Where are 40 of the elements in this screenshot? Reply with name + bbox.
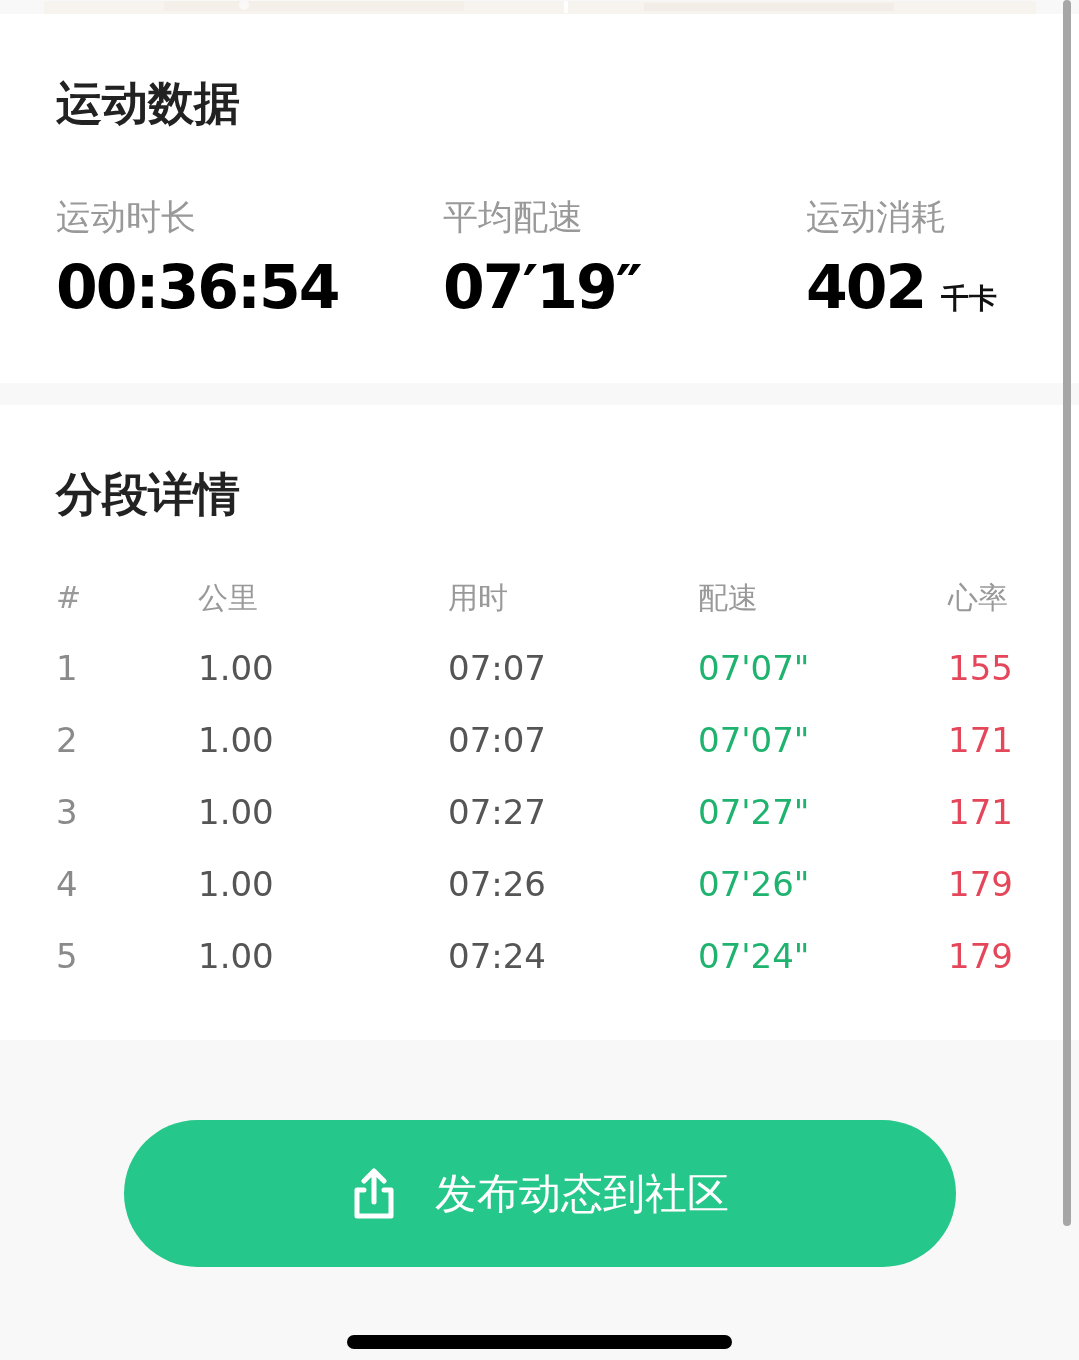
- table-cell-text: 07:26: [448, 867, 547, 901]
- table-cell-text: 07:27: [448, 795, 547, 829]
- table-cell-text: 07'26": [698, 867, 811, 901]
- stat-unit: 千卡: [941, 281, 998, 317]
- column-header: 心率: [948, 583, 1009, 613]
- column-header: 配速: [698, 583, 759, 613]
- table-cell-text: 1.00: [198, 651, 275, 685]
- table-cell-text: 07'07": [698, 651, 811, 685]
- table-cell-text: 1.00: [198, 795, 275, 829]
- column-header: 公里: [198, 583, 259, 613]
- section-title: 运动数据: [56, 80, 241, 126]
- table-cell-text: 5: [56, 939, 79, 973]
- section-title: 分段详情: [56, 471, 241, 517]
- table-cell-text: 3: [56, 795, 79, 829]
- table-cell-text: 07'27": [698, 795, 811, 829]
- table-cell-text: 07:24: [448, 939, 547, 973]
- column-header: #: [56, 583, 83, 613]
- share-button[interactable]: 发布动态到社区: [123, 1120, 956, 1267]
- table-cell-text: 2: [56, 723, 79, 757]
- stat-label: 平均配速: [443, 200, 584, 235]
- table-cell-text: 171: [948, 723, 1014, 757]
- table-cell-text: 1.00: [198, 723, 275, 757]
- table-cell-text: 07'07": [698, 723, 811, 757]
- table-cell-text: 07:07: [448, 723, 547, 757]
- table-cell-text: 07:07: [448, 651, 547, 685]
- stat-label: 运动时长: [56, 200, 197, 235]
- stat-value: 402: [806, 257, 926, 317]
- table-cell-text: 1.00: [198, 867, 275, 901]
- table-cell-text: 155: [948, 651, 1014, 685]
- table-cell-text: 1.00: [198, 939, 275, 973]
- table-cell-text: 07'24": [698, 939, 811, 973]
- stat-label: 运动消耗: [806, 200, 947, 235]
- table-cell-text: 179: [948, 867, 1014, 901]
- table-cell-text: 1: [56, 651, 79, 685]
- table-cell-text: 4: [56, 867, 79, 901]
- table-cell-text: 171: [948, 795, 1014, 829]
- stat-value: 00:36:54: [56, 257, 339, 317]
- stat-value: 07′19″: [443, 257, 641, 317]
- table-cell-text: 179: [948, 939, 1014, 973]
- column-header: 用时: [448, 583, 509, 613]
